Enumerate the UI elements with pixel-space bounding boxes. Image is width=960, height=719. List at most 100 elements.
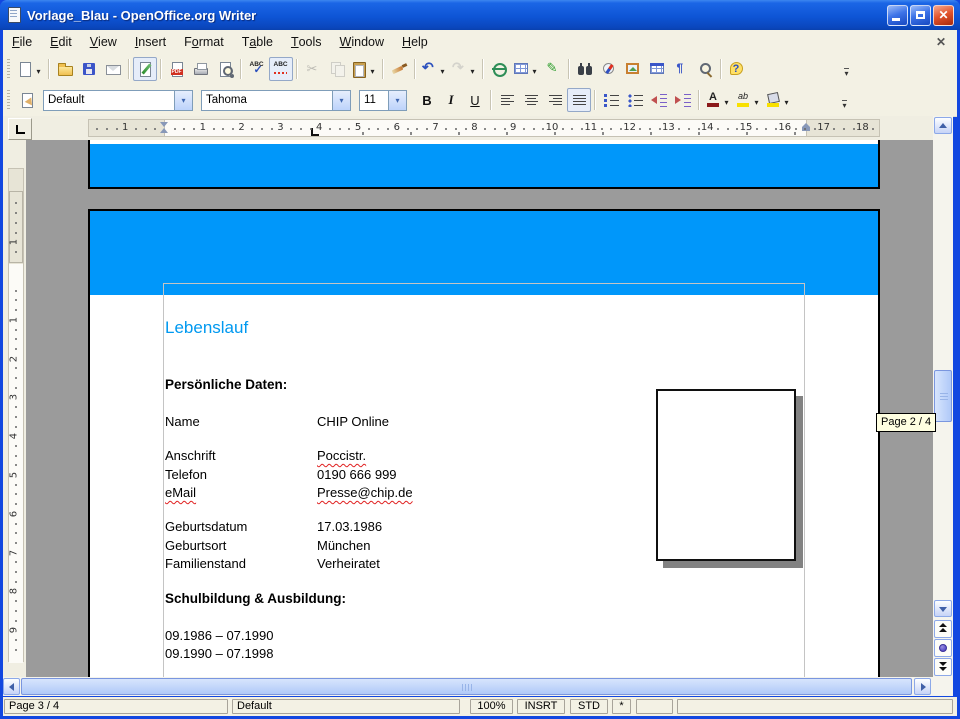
navigator-button[interactable]: [597, 57, 621, 81]
menu-view[interactable]: View: [81, 30, 126, 54]
underline-button[interactable]: U: [463, 88, 487, 112]
edit-file-button[interactable]: [133, 57, 157, 81]
paste-button[interactable]: [349, 57, 379, 81]
export-pdf-button[interactable]: [165, 57, 189, 81]
horizontal-scrollbar-thumb[interactable]: [21, 678, 912, 695]
status-field-empty-2[interactable]: [677, 699, 953, 714]
nonprinting-characters-button[interactable]: [669, 57, 693, 81]
horizontal-scrollbar[interactable]: [3, 677, 933, 696]
spellcheck-button[interactable]: [245, 57, 269, 81]
status-selection-mode[interactable]: STD: [570, 699, 608, 714]
close-button[interactable]: ✕: [933, 5, 954, 26]
status-modified-flag[interactable]: *: [612, 699, 631, 714]
align-right-button[interactable]: [543, 88, 567, 112]
horizontal-ruler-scale[interactable]: 1123456789101112131415161718: [88, 119, 880, 137]
horizontal-ruler[interactable]: 1123456789101112131415161718: [3, 116, 933, 140]
font-size-dropdown-arrow[interactable]: [388, 91, 406, 110]
undo-dropdown-arrow[interactable]: [438, 61, 447, 77]
vertical-scrollbar[interactable]: [933, 116, 953, 696]
increase-indent-button[interactable]: [671, 88, 695, 112]
portrait-photo[interactable]: [656, 389, 796, 561]
status-page-style[interactable]: Default: [232, 699, 460, 714]
menu-format[interactable]: Format: [175, 30, 233, 54]
undo-button[interactable]: [419, 57, 449, 81]
open-document-button[interactable]: [53, 57, 77, 81]
menu-edit[interactable]: Edit: [41, 30, 81, 54]
align-left-button[interactable]: [495, 88, 519, 112]
toolbar-drag-handle[interactable]: [7, 59, 10, 79]
send-email-button[interactable]: [101, 57, 125, 81]
help-button[interactable]: [725, 57, 749, 81]
insert-table-button[interactable]: [511, 57, 541, 81]
background-color-dropdown-arrow[interactable]: [782, 92, 791, 108]
scroll-right-button[interactable]: [914, 678, 931, 695]
menu-window[interactable]: Window: [331, 30, 393, 54]
menu-tools[interactable]: Tools: [282, 30, 331, 54]
status-page-indicator[interactable]: Page 3 / 4: [4, 699, 228, 714]
toolbar-options-arrow[interactable]: [841, 63, 852, 81]
font-color-dropdown-arrow[interactable]: [722, 92, 731, 108]
paragraph-style-dropdown-arrow[interactable]: [174, 91, 192, 110]
gallery-button[interactable]: [621, 57, 645, 81]
page-preview-button[interactable]: [213, 57, 237, 81]
bold-button[interactable]: B: [415, 88, 439, 112]
paste-dropdown-arrow[interactable]: [368, 61, 377, 77]
save-document-button[interactable]: [77, 57, 101, 81]
vertical-scrollbar-thumb[interactable]: [934, 370, 952, 422]
scroll-down-button[interactable]: [934, 600, 952, 617]
menu-file[interactable]: File: [3, 30, 41, 54]
font-name-combobox[interactable]: Tahoma: [201, 90, 351, 111]
scroll-up-button[interactable]: [934, 117, 952, 134]
format-paintbrush-button[interactable]: [387, 57, 411, 81]
title-bar[interactable]: Vorlage_Blau - OpenOffice.org Writer ✕: [0, 0, 960, 30]
data-sources-button[interactable]: [645, 57, 669, 81]
scroll-left-button[interactable]: [3, 678, 20, 695]
navigation-button[interactable]: [934, 639, 952, 657]
menu-table[interactable]: Table: [233, 30, 282, 54]
vertical-ruler[interactable]: 1123456789: [3, 140, 26, 677]
new-document-dropdown-arrow[interactable]: [34, 61, 43, 77]
print-button[interactable]: [189, 57, 213, 81]
font-size-combobox[interactable]: 11: [359, 90, 407, 111]
hyperlink-button[interactable]: [487, 57, 511, 81]
toolbar-drag-handle[interactable]: [7, 90, 10, 110]
status-zoom-level[interactable]: 100%: [470, 699, 513, 714]
italic-button[interactable]: I: [439, 88, 463, 112]
highlighting-button[interactable]: [733, 88, 763, 112]
menu-insert[interactable]: Insert: [126, 30, 175, 54]
highlighting-dropdown-arrow[interactable]: [752, 92, 761, 108]
status-insert-mode[interactable]: INSRT: [517, 699, 565, 714]
menu-help[interactable]: Help: [393, 30, 437, 54]
cv-section-education[interactable]: Schulbildung & Ausbildung:: [165, 590, 804, 608]
next-page-button[interactable]: [934, 658, 952, 676]
justify-button[interactable]: [567, 88, 591, 112]
close-document-button[interactable]: ✕: [933, 34, 949, 50]
insert-table-dropdown-arrow[interactable]: [530, 61, 539, 77]
styles-button[interactable]: [15, 88, 39, 112]
page-2-bottom[interactable]: [88, 140, 880, 189]
auto-spellcheck-button[interactable]: [269, 57, 293, 81]
previous-page-button[interactable]: [934, 620, 952, 638]
redo-dropdown-arrow[interactable]: [468, 61, 477, 77]
minimize-button[interactable]: [887, 5, 908, 26]
cv-heading[interactable]: Lebenslauf: [165, 318, 804, 338]
new-document-button[interactable]: [15, 57, 45, 81]
document-view[interactable]: Lebenslauf Persönliche Daten: NameCHIP O…: [26, 140, 933, 677]
vertical-ruler-scale[interactable]: 1123456789: [8, 168, 24, 662]
bullet-list-button[interactable]: [623, 88, 647, 112]
status-field-empty-1[interactable]: [636, 699, 673, 714]
tab-stop-selector-button[interactable]: [8, 118, 32, 140]
decrease-indent-button[interactable]: [647, 88, 671, 112]
draw-functions-button[interactable]: [541, 57, 565, 81]
toolbar-options-arrow[interactable]: [839, 95, 850, 113]
ruler-tick: [15, 571, 17, 573]
paragraph-style-combobox[interactable]: Default: [43, 90, 193, 111]
font-name-dropdown-arrow[interactable]: [332, 91, 350, 110]
align-center-button[interactable]: [519, 88, 543, 112]
font-color-button[interactable]: [703, 88, 733, 112]
numbered-list-button[interactable]: [599, 88, 623, 112]
background-color-button[interactable]: [763, 88, 793, 112]
find-replace-button[interactable]: [573, 57, 597, 81]
maximize-button[interactable]: [910, 5, 931, 26]
zoom-button[interactable]: [693, 57, 717, 81]
